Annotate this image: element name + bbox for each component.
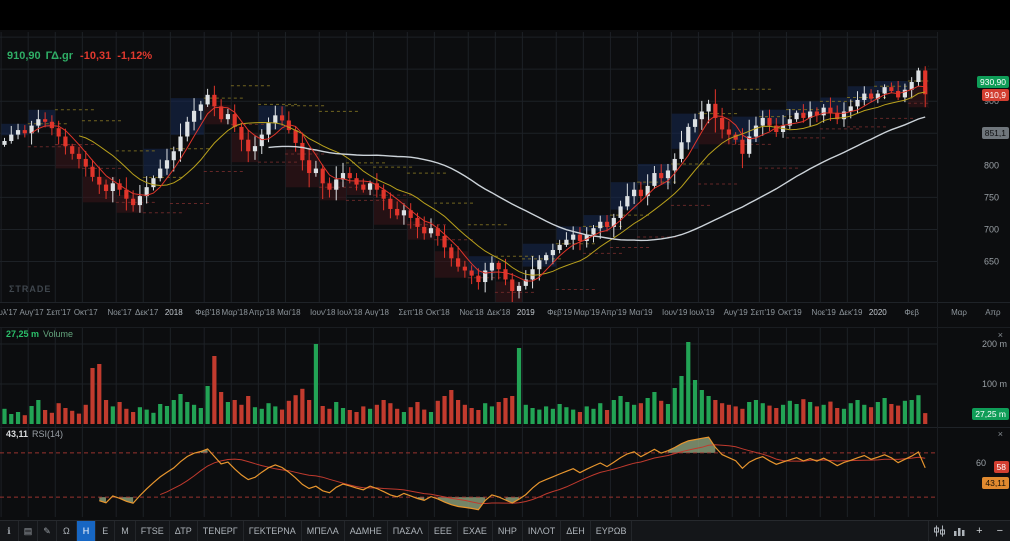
moving-averages (31, 85, 926, 282)
pencil-draw-icon[interactable]: ✎ (38, 521, 57, 541)
price-badge-last: 910,9 (981, 88, 1009, 101)
drawing-tools-group: ℹ ▤ ✎ (0, 521, 57, 541)
x-axis-tick: Οκτ'18 (426, 308, 450, 317)
price-axis-tick: 750 (984, 192, 999, 202)
timeframe-Μ[interactable]: Μ (115, 521, 136, 541)
ma-value-badge: 851,1 (981, 127, 1009, 140)
x-axis-tick: Μαρ'18 (222, 308, 249, 317)
zoom-in-button[interactable]: + (969, 521, 989, 541)
layout-grid-icon[interactable]: ▤ (19, 521, 38, 541)
x-axis-tick: Φεβ'18 (195, 308, 221, 317)
x-axis-tick: Δεκ'19 (839, 308, 863, 317)
x-axis-tick: Δεκ'17 (135, 308, 159, 317)
last-price-text: 910,90 (7, 50, 41, 62)
chart-controls-group: + − (928, 521, 1010, 541)
volume-current-value: 27,25 m (6, 329, 40, 339)
ticker-ΙΝΛΟΤ[interactable]: ΙΝΛΟΤ (523, 521, 562, 541)
x-axis-tick: Σεπ'17 (46, 308, 71, 317)
x-axis-tick: Αυγ'17 (20, 308, 45, 317)
chart-canvas[interactable]: Ιουλ'17Αυγ'17Σεπ'17Οκτ'17 Νοε'17Δεκ'17 201… (0, 0, 1010, 541)
volume-axis-tick: 200 m (982, 339, 1007, 349)
x-axis-tick: Ιουλ'18 (337, 308, 363, 317)
x-axis-tick: Νοε'17 (107, 308, 132, 317)
x-axis-tick: Ιουλ'17 (0, 308, 18, 317)
volume-indicator-label: Volume (43, 329, 74, 339)
x-axis-tick: Ιουν'19 (662, 308, 688, 317)
x-axis-tick: Απρ'18 (249, 308, 275, 317)
volume-axis-tick: 100 m (982, 379, 1007, 389)
ticker-ΜΠΕΛΑ[interactable]: ΜΠΕΛΑ (302, 521, 345, 541)
bottom-toolbar: ℹ ▤ ✎ ΩΗΕΜ FTSE ΔΤΡ ΤΕΝΕΡΓ ΓΕΚΤΕΡΝΑ ΜΠΕΛΑ ΑΔΜΗΕ… (0, 520, 1010, 541)
x-axis-tick: Φεβ'19 (547, 308, 573, 317)
ticker-ΠΑΣΑΛ[interactable]: ΠΑΣΑΛ (388, 521, 429, 541)
ticker-ΑΔΜΗΕ[interactable]: ΑΔΜΗΕ (345, 521, 388, 541)
volume-bars (2, 342, 928, 424)
price-axis-tick: 800 (984, 160, 999, 170)
rsi-axis-tick: 60 (976, 458, 986, 468)
ticker-ΓΕΚΤΕΡΝΑ[interactable]: ΓΕΚΤΕΡΝΑ (244, 521, 302, 541)
ticker-FTSE[interactable]: FTSE (136, 521, 170, 541)
ticker-ΤΕΝΕΡΓ[interactable]: ΤΕΝΕΡΓ (198, 521, 244, 541)
x-axis-tick: Απρ'19 (601, 308, 627, 317)
timeframe-group: ΩΗΕΜ (57, 521, 136, 541)
x-axis-tick: Απρ (985, 308, 1001, 317)
x-axis-tick: Οκτ'17 (74, 308, 98, 317)
ticker-buttons: FTSE ΔΤΡ ΤΕΝΕΡΓ ΓΕΚΤΕΡΝΑ ΜΠΕΛΑ ΑΔΜΗΕ ΠΑΣΑΛ ΕΕΕ Ε… (136, 521, 633, 541)
x-axis-tick: Αυγ'19 (724, 308, 749, 317)
volume-value-badge: 27,25 m (972, 407, 1009, 420)
symbol-name: ΓΔ.gr (45, 50, 74, 62)
x-axis-tick: Αυγ'18 (365, 308, 390, 317)
x-axis-tick: Φεβ (904, 308, 919, 317)
timeframe-Η[interactable]: Η (76, 521, 97, 541)
ticker-ΕΕΕ[interactable]: ΕΕΕ (429, 521, 458, 541)
ticker-ΔΕΗ[interactable]: ΔΕΗ (561, 521, 591, 541)
x-axis-tick: Μαρ'19 (574, 308, 601, 317)
x-axis-tick: Σεπ'19 (751, 308, 776, 317)
x-axis-tick: Δεκ'18 (487, 308, 511, 317)
close-volume-indicator-button[interactable]: × (998, 331, 1003, 340)
x-axis-tick: Ιουλ'19 (689, 308, 715, 317)
rsi-ma-badge: 58 (993, 460, 1009, 473)
timeframe-Ω[interactable]: Ω (57, 521, 77, 541)
x-axis-tick: 2018 (165, 308, 183, 317)
close-rsi-indicator-button[interactable]: × (998, 430, 1003, 439)
trading-app-window: Ιουλ'17Αυγ'17Σεπ'17Οκτ'17 Νοε'17Δεκ'17 201… (0, 0, 1010, 541)
volume-panel-title: 27,25 m Volume (6, 329, 73, 339)
rsi-panel-title: 43,11 RSI(14) (6, 429, 63, 439)
candlestick-type-icon[interactable] (929, 521, 949, 541)
platform-watermark: ΣTRADE (9, 284, 52, 294)
x-axis-tick: Μαι'18 (277, 308, 301, 317)
ticker-ΝΗΡ[interactable]: ΝΗΡ (493, 521, 523, 541)
rsi-indicator-label: RSI(14) (32, 429, 64, 439)
price-axis-tick: 700 (984, 224, 999, 234)
timeframe-Ε[interactable]: Ε (96, 521, 116, 541)
x-axis-tick: 2019 (517, 308, 535, 317)
x-axis-tick: Νοε'18 (460, 308, 485, 317)
info-icon[interactable]: ℹ (0, 521, 19, 541)
price-change-pct: -1,12% (117, 50, 153, 62)
x-axis-tick: Μαι'19 (629, 308, 653, 317)
bar-chart-type-icon[interactable] (949, 521, 969, 541)
x-axis-tick: Νοε'19 (812, 308, 837, 317)
ticker-ΕΧΑΕ[interactable]: ΕΧΑΕ (458, 521, 493, 541)
x-axis-tick: 2020 (869, 308, 887, 317)
symbol-header: 910,90 ΓΔ.gr -10,31 -1,12% (7, 50, 152, 62)
rsi-value-badge: 43,11 (982, 477, 1009, 490)
ticker-ΕΥΡΩΒ[interactable]: ΕΥΡΩΒ (591, 521, 633, 541)
price-change: -10,31 (80, 50, 112, 62)
x-axis-tick: Οκτ'19 (778, 308, 802, 317)
x-axis-tick: Ιουν'18 (310, 308, 336, 317)
price-badge-green: 930,90 (977, 75, 1009, 88)
zoom-out-button[interactable]: − (990, 521, 1010, 541)
rsi-current-value: 43,11 (6, 429, 29, 439)
x-axis-tick: Σεπ'18 (398, 308, 423, 317)
x-axis-tick: Μαρ (951, 308, 967, 317)
ticker-ΔΤΡ[interactable]: ΔΤΡ (170, 521, 198, 541)
price-axis-tick: 650 (984, 257, 999, 267)
